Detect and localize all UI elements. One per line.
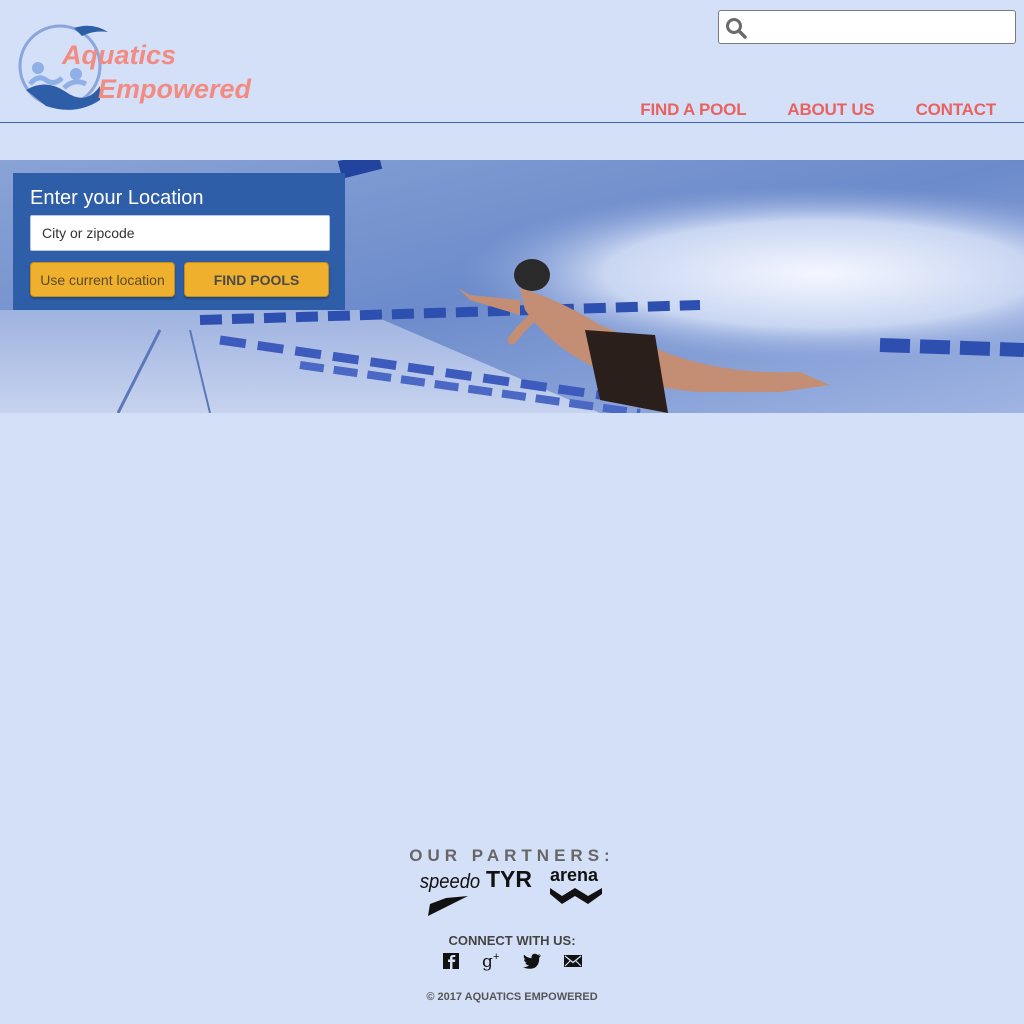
main-nav: FIND A POOL ABOUT US CONTACT (599, 100, 996, 120)
location-panel-title: Enter your Location (30, 187, 204, 209)
nav-about-us[interactable]: ABOUT US (787, 100, 874, 120)
partners-title: OUR PARTNERS: (409, 846, 615, 865)
nav-contact[interactable]: CONTACT (916, 100, 997, 120)
speedo-logo[interactable]: speedo (420, 871, 481, 916)
site-header: Aquatics Empowered FIND A POOL ABOUT US … (0, 0, 1024, 123)
tyr-logo[interactable]: TYR (486, 866, 532, 892)
logo-text-aquatics: Aquatics (62, 40, 177, 70)
site-logo[interactable]: Aquatics Empowered (16, 20, 256, 112)
partner-logos: speedo TYR arena (420, 866, 602, 916)
email-icon[interactable] (562, 950, 584, 972)
logo-text-empowered: Empowered (98, 74, 252, 104)
nav-find-a-pool[interactable]: FIND A POOL (640, 100, 746, 120)
google-plus-icon[interactable]: g + (481, 950, 503, 972)
twitter-icon[interactable] (521, 950, 543, 972)
search-input[interactable] (753, 14, 1013, 42)
connect-title: CONNECT WITH US: (448, 933, 576, 948)
arena-logo-text: arena (550, 866, 599, 885)
svg-text:+: + (493, 951, 499, 963)
location-search-panel: Enter your Location Use current location… (13, 173, 345, 310)
svg-text:g: g (482, 952, 493, 972)
speedo-logo-text: speedo (420, 871, 481, 893)
use-current-location-button[interactable]: Use current location (30, 262, 175, 297)
search-icon[interactable] (725, 17, 747, 39)
arena-logo[interactable]: arena (550, 866, 602, 904)
location-input[interactable] (30, 215, 330, 251)
find-pools-button[interactable]: FIND POOLS (184, 262, 329, 297)
copyright-text: © 2017 AQUATICS EMPOWERED (426, 991, 598, 1003)
social-links: g + (440, 950, 584, 972)
tyr-logo-text: TYR (486, 866, 532, 892)
facebook-icon[interactable] (440, 950, 462, 972)
site-search[interactable] (718, 10, 1016, 44)
